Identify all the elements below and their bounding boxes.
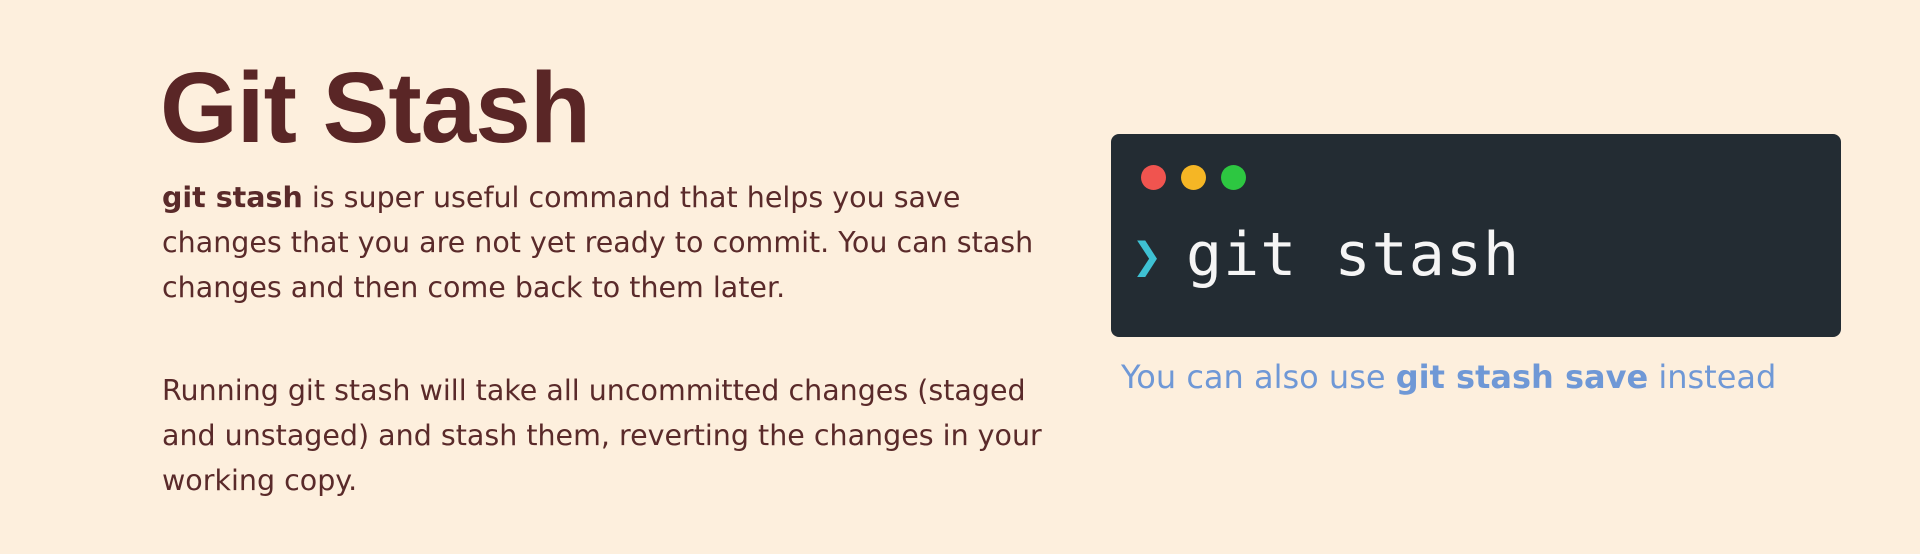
- minimize-dot-icon: [1181, 165, 1206, 190]
- terminal-command: git stash: [1186, 220, 1521, 290]
- alternative-note: You can also use git stash save instead: [1121, 355, 1776, 400]
- close-dot-icon: [1141, 165, 1166, 190]
- prompt-chevron-icon: ❯: [1132, 227, 1163, 285]
- inline-command: git stash: [162, 181, 303, 214]
- note-command: git stash save: [1395, 358, 1649, 396]
- slide-title: Git Stash: [160, 52, 591, 164]
- description-paragraph: git stash is super useful command that h…: [162, 175, 1042, 310]
- note-prefix: You can also use: [1121, 358, 1396, 396]
- maximize-dot-icon: [1221, 165, 1246, 190]
- note-suffix: instead: [1648, 358, 1777, 396]
- explanation-paragraph: Running git stash will take all uncommit…: [162, 374, 1042, 497]
